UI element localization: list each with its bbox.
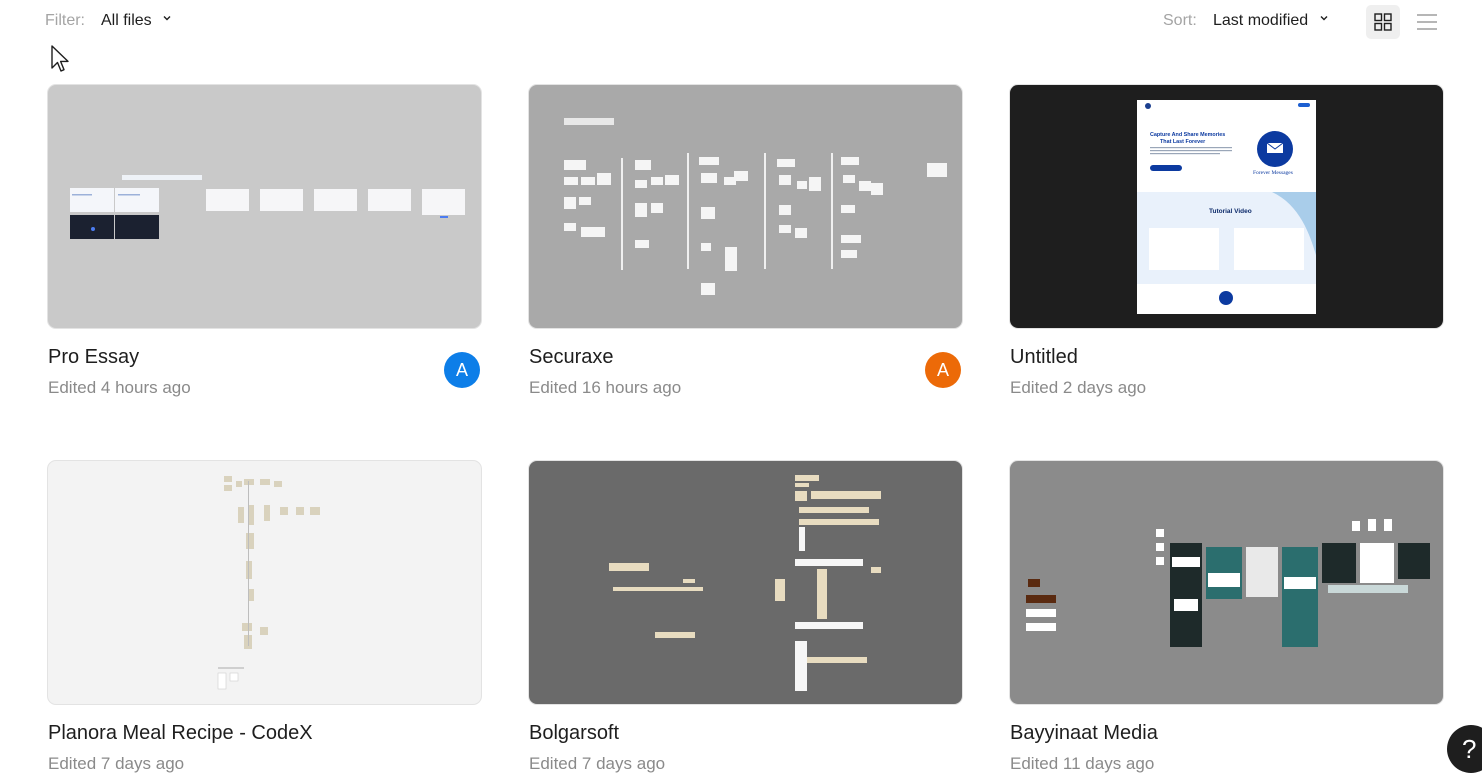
file-edited-time: Edited 11 days ago <box>1010 754 1155 773</box>
file-thumbnail[interactable] <box>1009 460 1444 705</box>
sort-label: Sort: <box>1163 12 1197 29</box>
file-title[interactable]: Bayyinaat Media <box>1010 722 1158 745</box>
filter-value: All files <box>101 12 152 29</box>
file-title[interactable]: Untitled <box>1010 346 1078 369</box>
thumbnail-canvas: Capture And Share Memories That Last For… <box>1137 100 1316 314</box>
help-button[interactable]: ? <box>1447 725 1482 773</box>
grid-view-icon <box>1374 13 1392 31</box>
file-thumbnail[interactable] <box>528 84 963 329</box>
file-title[interactable]: Securaxe <box>529 346 614 369</box>
thumbnail-canvas <box>564 118 947 295</box>
thumbnail-canvas <box>70 175 465 239</box>
file-card[interactable]: Bayyinaat Media Edited 11 days ago <box>1009 460 1444 773</box>
brand-text: Forever Messages <box>1253 170 1293 176</box>
file-edited-time: Edited 7 days ago <box>529 754 666 773</box>
file-title[interactable]: Bolgarsoft <box>529 722 619 745</box>
list-view-icon <box>1417 14 1437 30</box>
chevron-down-icon <box>1320 16 1328 21</box>
mouse-cursor-icon <box>51 45 69 72</box>
file-title[interactable]: Pro Essay <box>48 346 139 369</box>
grid-view-button[interactable] <box>1366 5 1400 39</box>
file-edited-time: Edited 16 hours ago <box>529 378 682 397</box>
thumbnail-canvas <box>1026 519 1430 647</box>
file-thumbnail[interactable] <box>528 460 963 705</box>
sort-value: Last modified <box>1213 12 1309 29</box>
thumbnail-canvas <box>217 476 320 690</box>
file-thumbnail[interactable] <box>47 460 482 705</box>
file-title[interactable]: Planora Meal Recipe - CodeX <box>48 722 313 745</box>
chevron-down-icon <box>163 16 171 21</box>
list-view-button[interactable] <box>1410 5 1444 39</box>
hero-title-text: Capture And Share Memories <box>1150 132 1225 138</box>
file-card[interactable]: Securaxe Edited 16 hours ago A <box>528 84 963 397</box>
hero-title-text-2: That Last Forever <box>1160 139 1206 145</box>
filter-dropdown[interactable]: All files <box>101 12 172 30</box>
file-edited-time: Edited 2 days ago <box>1010 378 1147 397</box>
avatar: A <box>925 352 961 388</box>
avatar: A <box>444 352 480 388</box>
file-edited-time: Edited 7 days ago <box>48 754 185 773</box>
thumbnail-canvas <box>609 475 881 691</box>
filter-label: Filter: <box>45 12 85 29</box>
toolbar: Filter: All files Sort: Last modified <box>0 0 1482 44</box>
sort-dropdown[interactable]: Last modified <box>1213 12 1329 30</box>
file-card[interactable]: Capture And Share Memories That Last For… <box>1009 84 1444 397</box>
file-edited-time: Edited 4 hours ago <box>48 378 191 397</box>
file-card[interactable]: Planora Meal Recipe - CodeX Edited 7 day… <box>47 460 482 773</box>
section-title-text: Tutorial Video <box>1209 208 1252 215</box>
file-card[interactable]: Bolgarsoft Edited 7 days ago <box>528 460 963 773</box>
file-thumbnail[interactable]: Capture And Share Memories That Last For… <box>1009 84 1444 329</box>
help-icon: ? <box>1462 733 1477 764</box>
file-card[interactable]: Pro Essay Edited 4 hours ago A <box>47 84 482 397</box>
file-thumbnail[interactable] <box>47 84 482 329</box>
